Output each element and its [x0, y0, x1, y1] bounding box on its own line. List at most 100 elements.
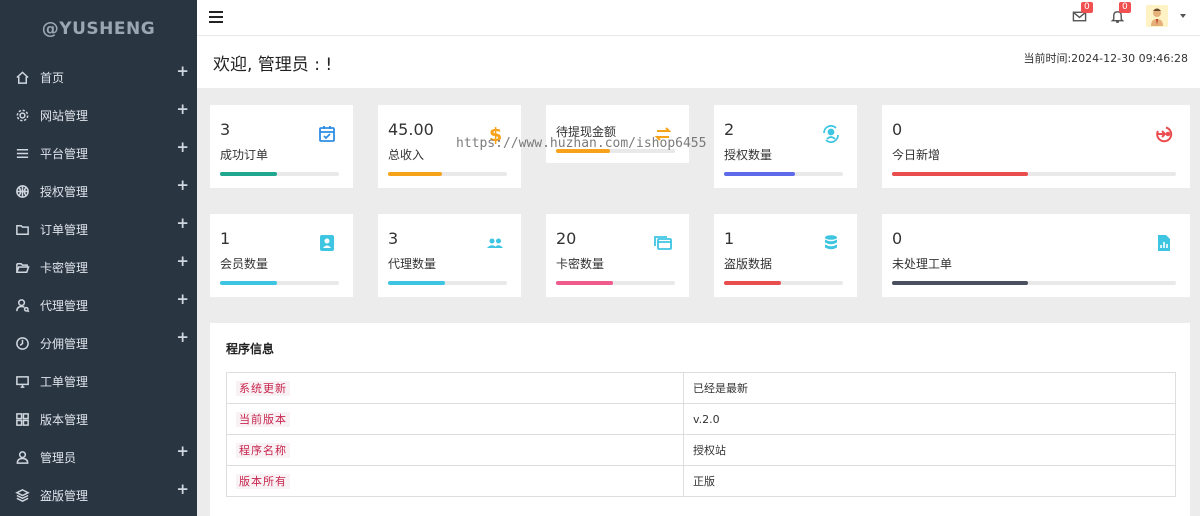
table-row: 系统更新 已经是最新: [226, 372, 1176, 404]
table-cell-key: 当前版本: [226, 403, 684, 435]
sidebar-item-cards[interactable]: 卡密管理 +: [0, 248, 197, 286]
info-value: 正版: [683, 465, 1176, 497]
progress-bar: [388, 172, 507, 176]
stat-card-pending-tickets: 0 未处理工单: [882, 214, 1190, 297]
user-icon: [14, 449, 30, 465]
stat-card-orders: 3 成功订单: [210, 105, 353, 188]
user-search-icon: [14, 297, 30, 313]
layers-icon: [14, 487, 30, 503]
mail-button[interactable]: 0: [1072, 2, 1093, 25]
stat-card-keys: 20 卡密数量: [546, 214, 689, 297]
stat-value: 1: [220, 229, 231, 248]
current-time: 当前时间:2024-12-30 09:46:28: [1023, 52, 1188, 65]
stat-label: 代理数量: [388, 257, 437, 271]
users-icon: [485, 233, 505, 253]
sidebar-item-label: 平台管理: [40, 146, 89, 161]
report-icon: [1154, 233, 1174, 253]
sidebar-item-label: 代理管理: [40, 298, 89, 313]
sidebar-item-label: 订单管理: [40, 222, 89, 237]
sidebar-item-label: 版本管理: [40, 412, 89, 427]
info-value: v.2.0: [683, 403, 1176, 435]
clock-icon: [14, 335, 30, 351]
sidebar-item-commission[interactable]: 分佣管理 +: [0, 324, 197, 362]
mail-badge: 0: [1081, 2, 1093, 13]
grid-icon: [14, 411, 30, 427]
login-circle-icon: [1154, 124, 1174, 144]
sidebar-item-label: 网站管理: [40, 108, 89, 123]
progress-fill: [388, 281, 446, 285]
progress-fill: [388, 172, 442, 176]
stat-value: 2: [724, 120, 735, 139]
sidebar-item-home[interactable]: 首页 +: [0, 58, 197, 96]
progress-fill: [220, 281, 278, 285]
sidebar-item-label: 授权管理: [40, 184, 89, 199]
stat-card-withdraw: 待提现金额: [546, 105, 689, 163]
stat-value: 0: [892, 229, 903, 248]
sidebar-item-label: 管理员: [40, 450, 77, 465]
program-info-table: 系统更新 已经是最新 当前版本 v.2.0 程序名称 授权站 版本所有 正版: [226, 372, 1176, 497]
sidebar: @YUSHENG 首页 + 网站管理 + 平台管理 + 授权管理 + 订单管理 …: [0, 0, 197, 516]
info-value: 已经是最新: [683, 372, 1176, 404]
home-icon: [14, 69, 30, 85]
contact-card-icon: [317, 233, 337, 253]
basketball-icon: [14, 183, 30, 199]
sidebar-item-versions[interactable]: 版本管理: [0, 400, 197, 438]
sidebar-item-label: 首页: [40, 70, 65, 85]
cards-icon: [653, 233, 673, 253]
bell-badge: 0: [1119, 2, 1131, 13]
progress-bar: [220, 281, 339, 285]
sidebar-item-orders[interactable]: 订单管理 +: [0, 210, 197, 248]
expand-icon: +: [176, 480, 189, 498]
progress-fill: [220, 172, 278, 176]
panel-title: 程序信息: [226, 342, 275, 356]
info-key: 程序名称: [236, 443, 290, 458]
progress-fill: [724, 281, 782, 285]
stat-card-piracy: 1 盗版数据: [714, 214, 857, 297]
progress-fill: [892, 281, 1029, 285]
table-cell-key: 程序名称: [226, 434, 684, 466]
sidebar-item-admins[interactable]: 管理员 +: [0, 438, 197, 476]
sidebar-item-piracy[interactable]: 盗版管理 +: [0, 476, 197, 514]
sidebar-item-authorization[interactable]: 授权管理 +: [0, 172, 197, 210]
notification-button[interactable]: 0: [1110, 2, 1131, 25]
expand-icon: +: [176, 442, 189, 460]
folder-open-icon: [14, 259, 30, 275]
table-row: 程序名称 授权站: [226, 434, 1176, 466]
menu-toggle-icon[interactable]: [209, 11, 223, 23]
page-title: 欢迎, 管理员 : !: [213, 55, 333, 75]
stat-card-auth: 2 授权数量: [714, 105, 857, 188]
program-info-panel: 程序信息 系统更新 已经是最新 当前版本 v.2.0 程序名称 授权站 版本所有…: [210, 323, 1190, 516]
sidebar-item-tickets[interactable]: 工单管理: [0, 362, 197, 400]
topbar: 0 0: [197, 0, 1200, 36]
brand-logo: @YUSHENG: [41, 19, 156, 39]
stat-card-agents: 3 代理数量: [378, 214, 521, 297]
stat-label: 成功订单: [220, 148, 269, 162]
info-value: 授权站: [683, 434, 1176, 466]
gear-icon: [14, 107, 30, 123]
avatar[interactable]: [1146, 5, 1168, 27]
user-sync-icon: [821, 124, 841, 144]
progress-bar: [892, 172, 1176, 176]
expand-icon: +: [176, 252, 189, 270]
sidebar-item-platform[interactable]: 平台管理 +: [0, 134, 197, 172]
expand-icon: +: [176, 328, 189, 346]
stat-label: 盗版数据: [724, 257, 773, 271]
progress-bar: [220, 172, 339, 176]
stat-value: 1: [724, 229, 735, 248]
database-icon: [821, 233, 841, 253]
sidebar-item-agents[interactable]: 代理管理 +: [0, 286, 197, 324]
expand-icon: +: [176, 100, 189, 118]
stat-label: 今日新增: [892, 148, 941, 162]
sidebar-item-website[interactable]: 网站管理 +: [0, 96, 197, 134]
stat-value: 0: [892, 120, 903, 139]
expand-icon: +: [176, 176, 189, 194]
progress-bar: [724, 281, 843, 285]
monitor-icon: [14, 373, 30, 389]
progress-fill: [556, 281, 614, 285]
progress-bar: [556, 281, 675, 285]
sidebar-item-label: 工单管理: [40, 374, 89, 389]
progress-fill: [724, 172, 796, 176]
sidebar-item-label: 卡密管理: [40, 260, 89, 275]
info-key: 版本所有: [236, 474, 290, 489]
chevron-down-icon[interactable]: [1180, 14, 1186, 18]
